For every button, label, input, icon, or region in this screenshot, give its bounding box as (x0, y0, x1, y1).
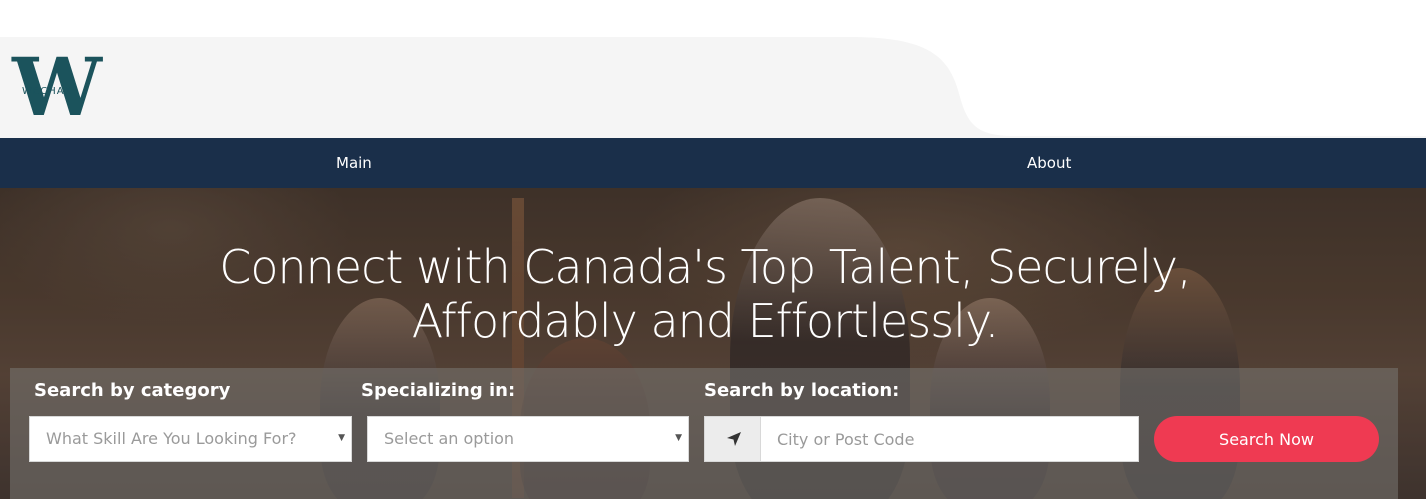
caret-down-icon: ▼ (675, 433, 682, 443)
category-select-placeholder: What Skill Are You Looking For? (46, 429, 297, 448)
nav-item-main[interactable]: Main (336, 138, 372, 188)
location-label: Search by location: (704, 380, 900, 401)
specialization-select[interactable]: Select an option ▼ (367, 416, 689, 462)
specialization-label: Specializing in: (361, 380, 516, 401)
location-input[interactable] (760, 416, 1139, 462)
page: W WECHAX Main About Connect with Canada'… (0, 0, 1426, 499)
hero-section: Connect with Canada's Top Talent, Secure… (0, 188, 1426, 499)
headline-line-1: Connect with Canada's Top Talent, Secure… (219, 240, 1192, 294)
nav-item-about[interactable]: About (1027, 138, 1071, 188)
category-label: Search by category (34, 380, 231, 401)
specialization-select-placeholder: Select an option (384, 429, 515, 448)
logo[interactable]: W WECHAX (8, 45, 102, 129)
site-header: W WECHAX (0, 37, 1426, 138)
logo-wordmark: WECHAX (22, 86, 73, 97)
caret-down-icon: ▼ (338, 433, 345, 443)
hero-headline: Connect with Canada's Top Talent, Secure… (0, 240, 1410, 348)
search-panel: Search by category Specializing in: Sear… (10, 368, 1398, 499)
location-button[interactable] (704, 416, 761, 462)
search-now-button[interactable]: Search Now (1154, 416, 1379, 462)
location-arrow-icon (727, 432, 741, 446)
headline-line-2: Affordably and Effortlessly. (411, 294, 999, 348)
category-select[interactable]: What Skill Are You Looking For? ▼ (29, 416, 352, 462)
main-nav: Main About (0, 138, 1426, 188)
header-background (0, 37, 1426, 138)
